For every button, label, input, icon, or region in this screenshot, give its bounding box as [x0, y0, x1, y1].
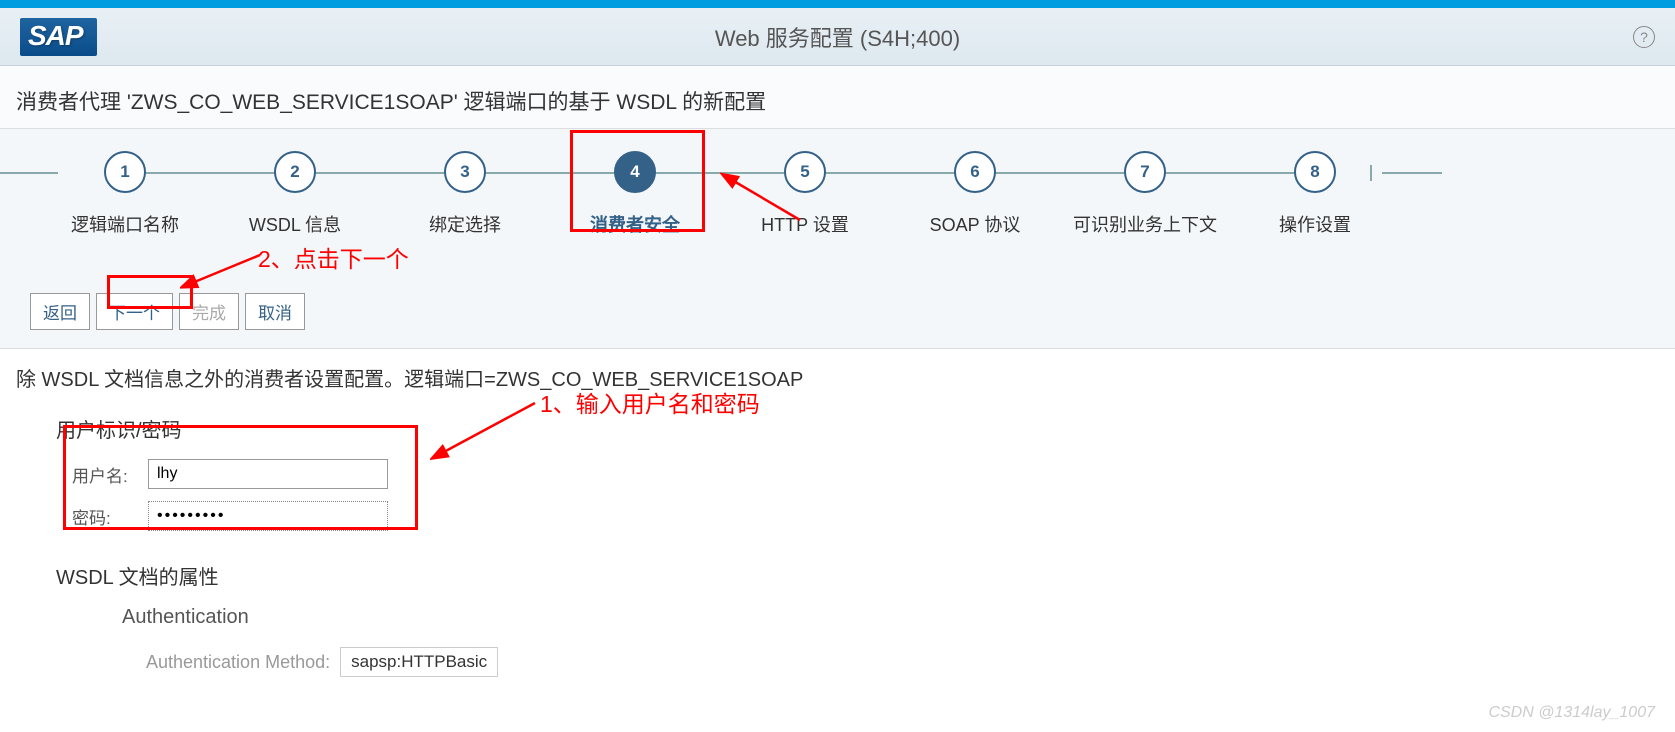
credentials-section: 用户标识/密码 用户名: 密码:	[56, 414, 1659, 531]
content: 除 WSDL 文档信息之外的消费者设置配置。逻辑端口=ZWS_CO_WEB_SE…	[0, 349, 1675, 721]
step-label: HTTP 设置	[761, 211, 849, 237]
step-label: 可识别业务上下文	[1073, 211, 1217, 237]
step-circle: 7	[1124, 151, 1166, 193]
auth-title: Authentication	[122, 606, 1659, 629]
help-icon[interactable]: ?	[1633, 26, 1655, 48]
auth-method-value: sapsp:HTTPBasic	[340, 647, 498, 677]
step-line-start	[0, 172, 58, 174]
wizard-step-7[interactable]: 7 可识别业务上下文	[1060, 151, 1230, 237]
sap-logo: SAP	[20, 18, 97, 56]
step-line-end	[1382, 172, 1442, 174]
cancel-button[interactable]: 取消	[245, 293, 305, 330]
sub-header: 消费者代理 'ZWS_CO_WEB_SERVICE1SOAP' 逻辑端口的基于 …	[0, 66, 1675, 129]
finish-button: 完成	[179, 293, 239, 330]
wizard-container: 1 逻辑端口名称 2 WSDL 信息 3 绑定选择 4 消费者安全 5 HTTP…	[0, 129, 1675, 349]
step-circle: 2	[274, 151, 316, 193]
step-label: 绑定选择	[429, 211, 501, 237]
step-line	[805, 172, 975, 174]
wsdl-section-title: WSDL 文档的属性	[56, 561, 1659, 590]
step-label: 操作设置	[1279, 211, 1351, 237]
step-line	[975, 172, 1145, 174]
username-row: 用户名:	[72, 459, 1659, 489]
step-line	[635, 172, 805, 174]
step-circle: 5	[784, 151, 826, 193]
step-label: 逻辑端口名称	[71, 211, 179, 237]
wizard-step-4[interactable]: 4 消费者安全	[550, 151, 720, 237]
wizard-end-tick	[1370, 165, 1372, 181]
username-input[interactable]	[148, 459, 388, 489]
auth-method-row: Authentication Method: sapsp:HTTPBasic	[146, 647, 1659, 677]
step-circle: 4	[614, 151, 656, 193]
step-line	[295, 172, 465, 174]
step-circle: 1	[104, 151, 146, 193]
step-circle: 6	[954, 151, 996, 193]
wizard-step-2[interactable]: 2 WSDL 信息	[210, 151, 380, 237]
wizard-step-8[interactable]: 8 操作设置	[1230, 151, 1400, 237]
wizard-step-1[interactable]: 1 逻辑端口名称	[40, 151, 210, 237]
step-circle: 8	[1294, 151, 1336, 193]
step-line	[125, 172, 295, 174]
button-bar: 返回 下一个 完成 取消	[30, 293, 1645, 330]
wizard-step-5[interactable]: 5 HTTP 设置	[720, 151, 890, 237]
info-text: 除 WSDL 文档信息之外的消费者设置配置。逻辑端口=ZWS_CO_WEB_SE…	[16, 363, 1659, 392]
wizard-steps: 1 逻辑端口名称 2 WSDL 信息 3 绑定选择 4 消费者安全 5 HTTP…	[40, 151, 1645, 237]
wizard-step-3[interactable]: 3 绑定选择	[380, 151, 550, 237]
step-circle: 3	[444, 151, 486, 193]
next-button[interactable]: 下一个	[96, 293, 173, 330]
password-label: 密码:	[72, 504, 148, 529]
auth-section: Authentication Authentication Method: sa…	[122, 606, 1659, 677]
back-button[interactable]: 返回	[30, 293, 90, 330]
watermark: CSDN @1314lay_1007	[1488, 704, 1655, 722]
password-input[interactable]	[148, 501, 388, 531]
step-label: 消费者安全	[590, 211, 680, 237]
top-accent-bar	[0, 0, 1675, 8]
step-label: SOAP 协议	[930, 211, 1021, 237]
username-label: 用户名:	[72, 462, 148, 487]
header: SAP Web 服务配置 (S4H;400) ?	[0, 8, 1675, 66]
credentials-title: 用户标识/密码	[56, 414, 1659, 443]
password-row: 密码:	[72, 501, 1659, 531]
page-title: Web 服务配置 (S4H;400)	[715, 21, 960, 53]
wizard-step-6[interactable]: 6 SOAP 协议	[890, 151, 1060, 237]
step-line	[465, 172, 635, 174]
step-line	[1145, 172, 1315, 174]
wsdl-section: WSDL 文档的属性 Authentication Authentication…	[56, 561, 1659, 677]
auth-method-label: Authentication Method:	[146, 652, 330, 673]
step-label: WSDL 信息	[249, 211, 341, 237]
